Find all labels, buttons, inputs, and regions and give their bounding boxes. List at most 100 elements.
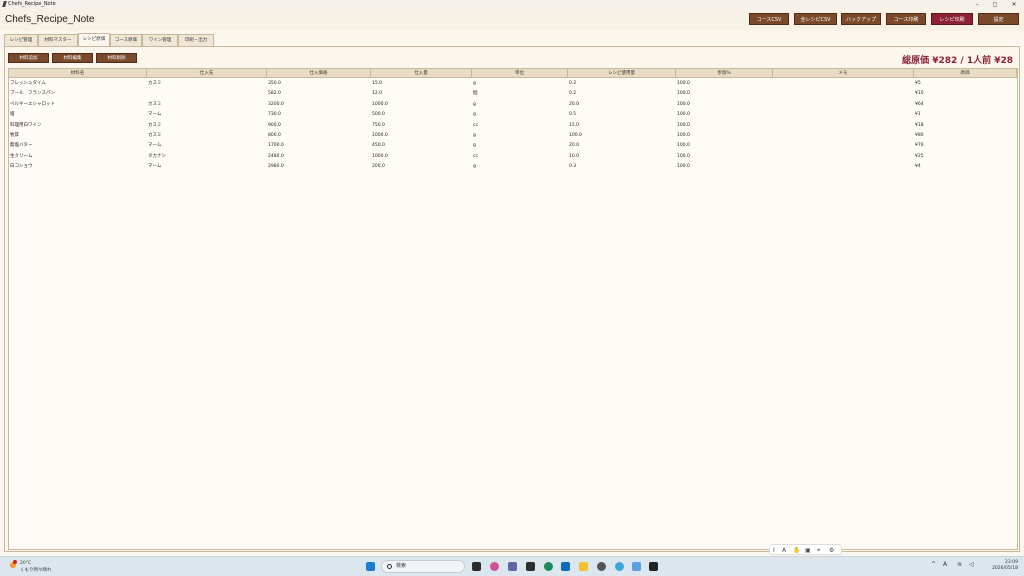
- table-cell: [773, 110, 914, 120]
- table-row[interactable]: ブール フランスパン 582.0 12.0 個 0.2 100.0 ¥10: [9, 89, 1017, 99]
- minimize-button[interactable]: –: [968, 0, 986, 9]
- table-cell: 582.0: [268, 91, 281, 97]
- expand-icon[interactable]: ⌖: [817, 546, 820, 555]
- wifi-icon[interactable]: ≋: [957, 561, 962, 568]
- tab-wine-management[interactable]: ワイン管理: [142, 34, 178, 46]
- edit-ingredient-button[interactable]: 材料編集: [52, 53, 93, 63]
- table-cell: 800.0: [268, 133, 281, 138]
- column-header[interactable]: 材料名: [9, 69, 147, 78]
- clipboard-icon[interactable]: ▣: [805, 546, 811, 555]
- chevron-up-icon[interactable]: ^: [931, 561, 936, 568]
- table-cell: ブール フランスパン: [10, 91, 56, 97]
- table-cell: [773, 79, 914, 89]
- table-row[interactable]: ベルギーエシャロット カスミ 3200.0 1000.0 g 20.0 100.0 ¥64: [9, 100, 1017, 110]
- all-recipes-csv-button[interactable]: 全レシピCSV: [794, 13, 837, 25]
- column-header[interactable]: 仕入価格: [267, 69, 371, 78]
- app-pen-icon: [2, 1, 7, 7]
- column-header[interactable]: 仕入量: [371, 69, 472, 78]
- table-cell: 12.0: [372, 91, 383, 97]
- outlook-icon[interactable]: [561, 562, 570, 571]
- taskbar-search[interactable]: 検索: [381, 560, 465, 573]
- app-header: Chefs_Recipe_Note コースCSV 全レシピCSV バックアップ …: [0, 9, 1024, 31]
- tab-ingredient-master[interactable]: 材料マスター: [38, 34, 78, 46]
- table-cell: 10.0: [569, 153, 580, 159]
- table-cell: 100.0: [677, 101, 690, 107]
- close-button[interactable]: ✕: [1005, 0, 1023, 9]
- table-cell: マーム: [148, 164, 162, 170]
- table-row[interactable]: 白コショウ マーム 2980.0 200.0 g 0.3 100.0 ¥4: [9, 162, 1017, 172]
- table-row[interactable]: 牧茸 カスミ 800.0 1000.0 g 100.0 100.0 ¥80: [9, 131, 1017, 141]
- gear-icon[interactable]: ⚙: [829, 546, 834, 555]
- table-row[interactable]: 料理用白ワイン カスミ 900.0 750.0 cc 15.0 100.0 ¥18: [9, 121, 1017, 131]
- table-cell: 生クリーム: [10, 153, 33, 159]
- table-row[interactable]: 塩 マーム 730.0 500.0 g 0.5 100.0 ¥1: [9, 110, 1017, 120]
- settings-button[interactable]: 設定: [978, 13, 1019, 25]
- column-header[interactable]: 歩留%: [676, 69, 773, 78]
- table-row[interactable]: 生クリーム タカナシ 2480.0 1000.0 cc 10.0 100.0 ¥25: [9, 152, 1017, 162]
- taskbar: 20°C くもり時々晴れ 検索 ^ A ≋ ◁ 23:09 2026/05/18: [0, 556, 1024, 576]
- tab-print-output[interactable]: 印刷・出力: [178, 34, 214, 46]
- table-cell: ¥10: [915, 91, 924, 97]
- table-cell: 塩: [10, 112, 15, 118]
- table-cell: 100.0: [677, 143, 690, 149]
- table-cell: 15.0: [569, 122, 580, 128]
- browser-icon[interactable]: [615, 562, 624, 571]
- tab-recipe-cost[interactable]: レシピ原価: [78, 33, 110, 46]
- table-cell: 2480.0: [268, 153, 284, 159]
- maximize-button[interactable]: ◻: [986, 0, 1004, 9]
- windows-start-icon[interactable]: [366, 562, 375, 571]
- table-cell: 100.0: [569, 133, 582, 138]
- copilot-icon[interactable]: [490, 562, 499, 571]
- table-cell: 0.5: [569, 112, 577, 118]
- table-cell: ¥1: [915, 112, 921, 118]
- course-csv-button[interactable]: コースCSV: [749, 13, 789, 25]
- sparkle-icon[interactable]: [632, 562, 641, 571]
- table-cell: 200.0: [372, 164, 385, 170]
- column-header[interactable]: 単位: [472, 69, 568, 78]
- store-icon[interactable]: [526, 562, 535, 571]
- recipe-print-button[interactable]: レシピ印刷: [931, 13, 973, 25]
- table-cell: 1000.0: [372, 101, 388, 107]
- task-view-icon[interactable]: [472, 562, 481, 571]
- table-cell: カスミ: [148, 122, 162, 128]
- terminal-icon[interactable]: [649, 562, 658, 571]
- ime-icon[interactable]: A: [943, 561, 947, 568]
- table-cell: マーム: [148, 112, 162, 118]
- volume-icon[interactable]: ◁: [969, 561, 974, 568]
- table-cell: ¥64: [915, 101, 924, 107]
- weather-text: くもり時々晴れ: [20, 568, 52, 573]
- edge-icon[interactable]: [544, 562, 553, 571]
- tab-recipe-management[interactable]: レシピ管理: [4, 34, 38, 46]
- table-row[interactable]: フレッシュタイム カスミ 350.0 15.0 g 0.2 100.0 ¥5: [9, 79, 1017, 89]
- table-cell: ベルギーエシャロット: [10, 101, 55, 107]
- tab-course-cost[interactable]: コース原価: [110, 34, 142, 46]
- table-cell: カスミ: [148, 133, 162, 138]
- column-header[interactable]: メモ: [773, 69, 914, 78]
- column-header[interactable]: 原価: [914, 69, 1017, 78]
- add-ingredient-button[interactable]: 材料追加: [8, 53, 49, 63]
- font-icon[interactable]: A: [782, 546, 786, 555]
- settings-app-icon[interactable]: [597, 562, 606, 571]
- table-cell: 500.0: [372, 112, 385, 118]
- teams-icon[interactable]: [508, 562, 517, 571]
- floating-toolbar: I A ✋ ▣ ⌖ ⚙: [769, 544, 842, 555]
- file-explorer-icon[interactable]: [579, 562, 588, 571]
- hand-icon[interactable]: ✋: [793, 546, 800, 555]
- window-title: Chefs_Recipe_Note: [8, 1, 56, 7]
- table-cell: 100.0: [677, 112, 690, 118]
- weather-widget[interactable]: 20°C くもり時々晴れ: [10, 560, 70, 574]
- table-cell: 100.0: [677, 122, 690, 128]
- table-cell: ¥4: [915, 164, 921, 170]
- column-header[interactable]: レシピ使用量: [568, 69, 676, 78]
- system-clock[interactable]: 23:09 2026/05/18: [992, 560, 1018, 572]
- course-print-button[interactable]: コース印刷: [886, 13, 926, 25]
- table-cell: ¥18: [915, 122, 924, 128]
- text-cursor-icon[interactable]: I: [773, 546, 775, 555]
- backup-button[interactable]: バックアップ: [841, 13, 881, 25]
- table-cell: 20.0: [569, 143, 580, 149]
- table-cell: 350.0: [268, 81, 281, 86]
- column-header[interactable]: 仕入先: [147, 69, 267, 78]
- delete-ingredient-button[interactable]: 材料削除: [96, 53, 137, 63]
- table-cell: 100.0: [677, 133, 690, 138]
- table-row[interactable]: 無塩バター マーム 1700.0 450.0 g 20.0 100.0 ¥76: [9, 141, 1017, 151]
